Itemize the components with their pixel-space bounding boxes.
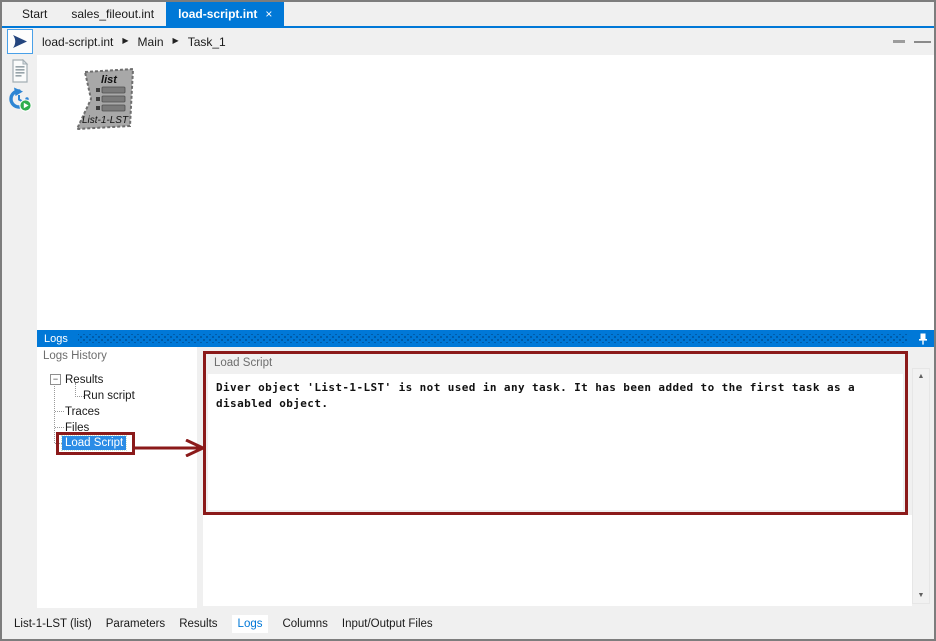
- task-canvas[interactable]: list List-1-LST: [37, 55, 934, 330]
- logs-panel-body: Logs History − Results Run script Traces: [37, 347, 934, 608]
- breadcrumb: load-script.int ▶ Main ▶ Task_1: [42, 28, 226, 55]
- log-message: Diver object 'List-1-LST' is not used in…: [216, 380, 876, 412]
- tab-results[interactable]: Results: [179, 618, 217, 630]
- tree-item-run-script-label: Run script: [83, 390, 135, 402]
- tree-item-files-label: Files: [65, 422, 89, 434]
- run-history-icon: [7, 87, 32, 112]
- tree-item-results-label: Results: [65, 374, 103, 386]
- tree-connector-line: [54, 386, 55, 443]
- splitter-line: [914, 41, 931, 43]
- scroll-down-icon[interactable]: ▼: [913, 588, 929, 603]
- logs-history-panel: Logs History − Results Run script Traces: [37, 347, 197, 608]
- tab-logs-label: Logs: [238, 618, 263, 630]
- tree-connector-line: [55, 427, 64, 428]
- tab-logs[interactable]: Logs: [232, 615, 269, 633]
- screenshot-stage: Start sales_fileout.int load-script.int …: [0, 0, 936, 641]
- tab-list-object-label: List-1-LST (list): [14, 618, 92, 630]
- log-message-line: disabled object.: [216, 396, 876, 412]
- tree-item-load-script-label: Load Script: [62, 436, 126, 450]
- close-icon[interactable]: ×: [265, 8, 272, 20]
- document-tab-bar: Start sales_fileout.int load-script.int …: [2, 2, 934, 26]
- workbench-window: Start sales_fileout.int load-script.int …: [0, 0, 936, 641]
- breadcrumb-separator-icon: ▶: [173, 36, 179, 45]
- bottom-tab-bar: List-1-LST (list) Parameters Results Log…: [2, 608, 934, 639]
- splitter-handle-icon[interactable]: [893, 40, 905, 43]
- script-document-icon: [10, 59, 30, 83]
- tree-collapse-icon[interactable]: −: [50, 374, 61, 385]
- log-message-line: Diver object 'List-1-LST' is not used in…: [216, 380, 876, 396]
- app-root: Start sales_fileout.int load-script.int …: [2, 2, 934, 639]
- pin-icon: [918, 333, 928, 345]
- tab-columns[interactable]: Columns: [282, 618, 327, 630]
- tab-start[interactable]: Start: [10, 2, 59, 26]
- breadcrumb-toolbar: load-script.int ▶ Main ▶ Task_1: [2, 28, 934, 55]
- logs-titlebar-texture: [78, 334, 908, 343]
- tab-load-script[interactable]: load-script.int ×: [166, 2, 284, 26]
- tab-list-object[interactable]: List-1-LST (list): [14, 618, 92, 630]
- breadcrumb-item-file[interactable]: load-script.int: [42, 35, 113, 49]
- list-object-name-label: List-1-LST: [82, 115, 129, 126]
- breadcrumb-item-main[interactable]: Main: [138, 35, 164, 49]
- tree-item-traces-label: Traces: [65, 406, 100, 418]
- scroll-up-icon[interactable]: ▲: [913, 369, 929, 384]
- logs-panel-title: Logs: [37, 333, 68, 345]
- tree-item-run-script[interactable]: Run script: [83, 388, 135, 404]
- breadcrumb-item-task[interactable]: Task_1: [188, 35, 226, 49]
- logs-panel-titlebar[interactable]: Logs: [37, 330, 934, 347]
- tree-item-load-script[interactable]: Load Script: [62, 435, 126, 451]
- log-area-extension: [203, 515, 912, 606]
- run-history-button[interactable]: [2, 87, 37, 112]
- tree-item-traces[interactable]: Traces: [65, 404, 100, 420]
- tab-input-output-files-label: Input/Output Files: [342, 618, 433, 630]
- tree-item-results[interactable]: Results: [65, 372, 103, 388]
- tab-parameters-label: Parameters: [106, 618, 165, 630]
- run-play-icon: [10, 32, 30, 51]
- load-script-log-panel: Load Script Diver object 'List-1-LST' is…: [203, 351, 908, 515]
- load-script-panel-title: Load Script: [214, 357, 272, 369]
- breadcrumb-separator-icon: ▶: [122, 36, 128, 45]
- tree-connector-line: [55, 411, 64, 412]
- log-text-area[interactable]: Diver object 'List-1-LST' is not used in…: [208, 374, 903, 510]
- tab-results-label: Results: [179, 618, 217, 630]
- tool-sidebar: [2, 55, 37, 608]
- tab-start-label: Start: [22, 7, 47, 21]
- logs-history-title: Logs History: [43, 350, 107, 362]
- tab-sales-fileout-label: sales_fileout.int: [71, 7, 154, 21]
- tree-item-files[interactable]: Files: [65, 420, 89, 436]
- run-button[interactable]: [7, 29, 33, 54]
- tab-sales-fileout[interactable]: sales_fileout.int: [59, 2, 166, 26]
- log-scrollbar[interactable]: ▲ ▼: [912, 368, 930, 604]
- tab-load-script-label: load-script.int: [178, 7, 257, 21]
- tab-parameters[interactable]: Parameters: [106, 618, 165, 630]
- tab-input-output-files[interactable]: Input/Output Files: [342, 618, 433, 630]
- list-object-type-label: list: [101, 74, 118, 86]
- script-document-button[interactable]: [2, 59, 37, 83]
- pin-button[interactable]: [918, 333, 934, 345]
- tab-columns-label: Columns: [282, 618, 327, 630]
- diver-list-object[interactable]: list List-1-LST: [70, 67, 136, 138]
